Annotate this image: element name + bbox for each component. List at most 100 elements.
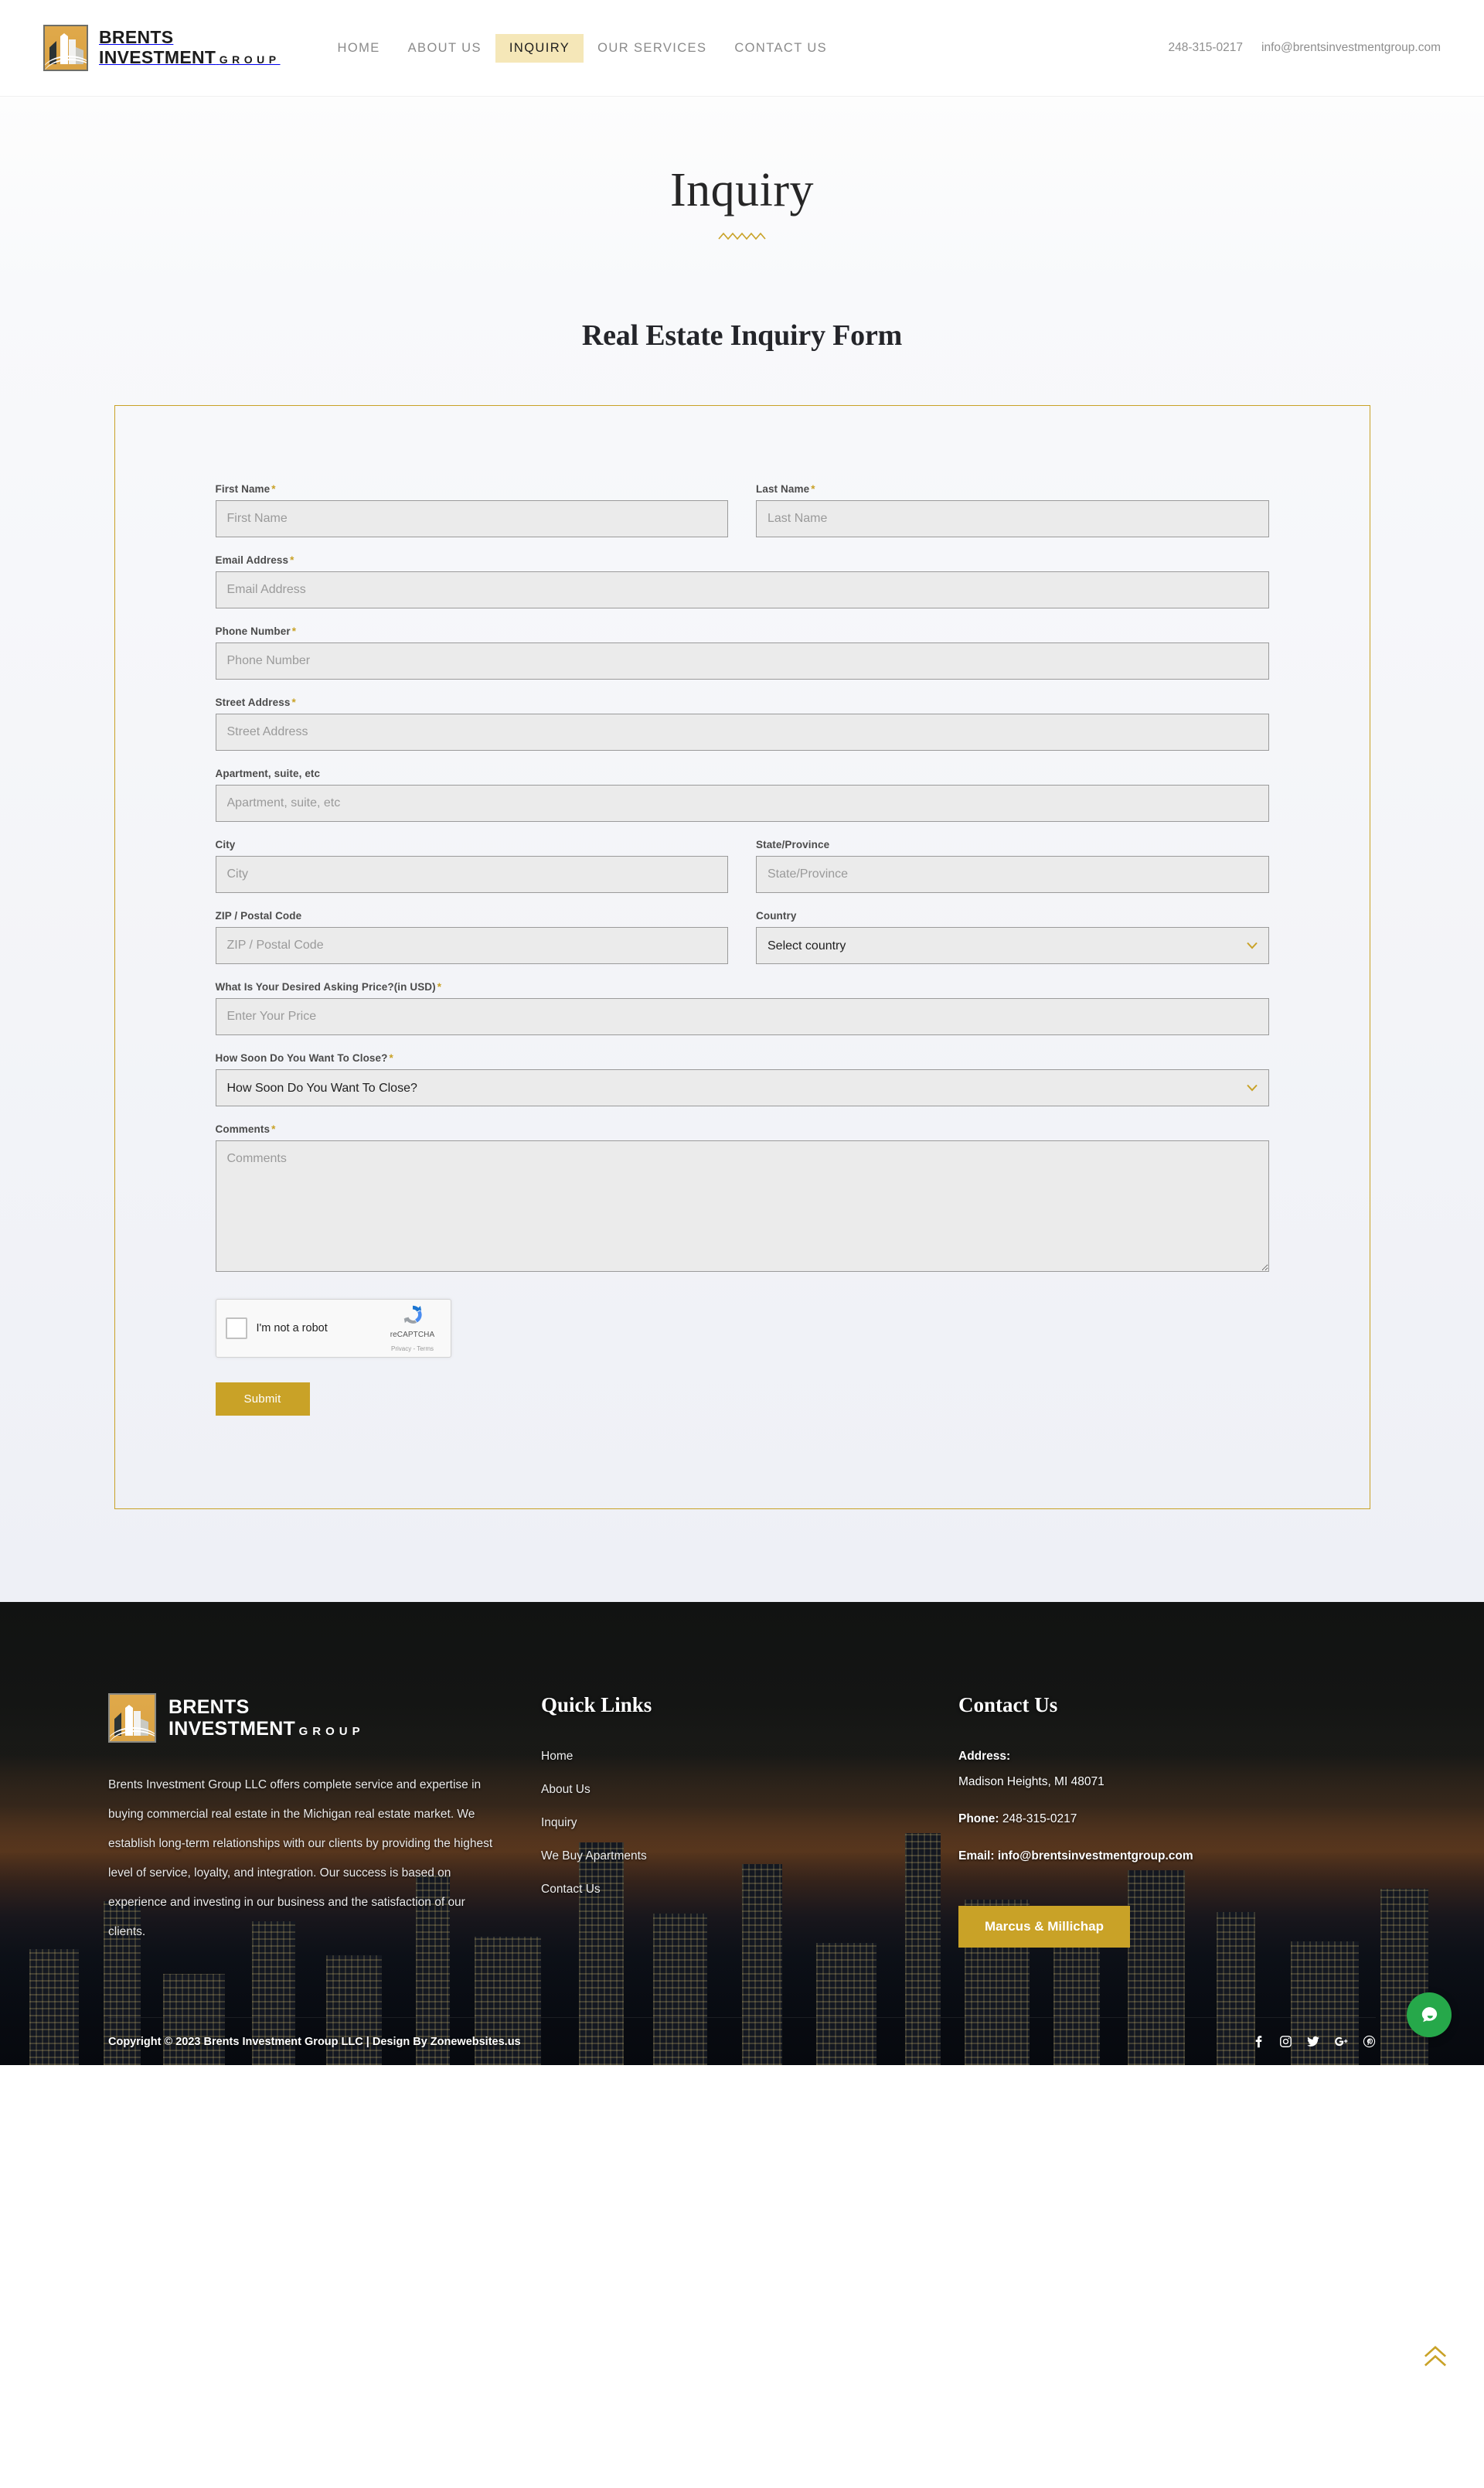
city-label: City bbox=[216, 839, 729, 850]
country-select-wrap: Select country bbox=[756, 927, 1269, 964]
city-state-row: City State/Province bbox=[216, 839, 1269, 893]
country-select[interactable]: Select country bbox=[756, 927, 1269, 964]
asking-price-group: What Is Your Desired Asking Price?(in US… bbox=[216, 981, 1269, 1035]
phone-label-text: Phone Number bbox=[216, 625, 291, 637]
asking-price-input[interactable] bbox=[216, 998, 1269, 1035]
address-value: Madison Heights, MI 48071 bbox=[958, 1775, 1376, 1789]
first-name-label-text: First Name bbox=[216, 483, 271, 495]
email-input[interactable] bbox=[216, 571, 1269, 608]
zip-input[interactable] bbox=[216, 927, 729, 964]
asking-price-label-text: What Is Your Desired Asking Price?(in US… bbox=[216, 981, 436, 993]
footer-link-home[interactable]: Home bbox=[541, 1750, 573, 1763]
site-footer: BRENTS INVESTMENT GROUP Brents Investmen… bbox=[0, 1602, 1484, 2065]
phone-value[interactable]: 248-315-0217 bbox=[1002, 1812, 1077, 1825]
phone-input[interactable] bbox=[216, 642, 1269, 680]
recaptcha-terms-link[interactable]: Terms bbox=[417, 1345, 434, 1352]
apartment-input[interactable] bbox=[216, 785, 1269, 822]
phone-group: Phone Number* bbox=[216, 625, 1269, 680]
marcus-millichap-button[interactable]: Marcus & Millichap bbox=[958, 1906, 1130, 1948]
twitter-icon[interactable] bbox=[1306, 2035, 1320, 2048]
recaptcha-logo-icon bbox=[401, 1303, 424, 1326]
social-links bbox=[1252, 2035, 1376, 2048]
address-label-text: Address: bbox=[958, 1750, 1010, 1763]
city-input[interactable] bbox=[216, 856, 729, 893]
email-value[interactable]: info@brentsinvestmentgroup.com bbox=[998, 1849, 1193, 1863]
footer-link-we-buy-apartments[interactable]: We Buy Apartments bbox=[541, 1849, 647, 1863]
header-contact-info: 248-315-0217 info@brentsinvestmentgroup.… bbox=[1168, 41, 1441, 55]
last-name-group: Last Name* bbox=[756, 483, 1269, 537]
form-heading: Real Estate Inquiry Form bbox=[0, 319, 1484, 353]
required-marker: * bbox=[437, 981, 441, 993]
nav-item-inquiry[interactable]: INQUIRY bbox=[495, 34, 584, 63]
comments-textarea[interactable] bbox=[216, 1140, 1269, 1272]
footer-link-about-us[interactable]: About Us bbox=[541, 1783, 591, 1796]
address-label: Address: bbox=[958, 1750, 1376, 1764]
required-marker: * bbox=[271, 1123, 275, 1135]
facebook-icon[interactable] bbox=[1252, 2035, 1265, 2048]
recaptcha-privacy-link[interactable]: Privacy bbox=[391, 1345, 411, 1352]
nav-item-about-us[interactable]: ABOUT US bbox=[394, 34, 495, 63]
footer-about-text: Brents Investment Group LLC offers compl… bbox=[108, 1771, 495, 1947]
first-name-group: First Name* bbox=[216, 483, 729, 537]
recaptcha-widget[interactable]: I'm not a robot reCAPTCHA Privacy - Term… bbox=[216, 1299, 451, 1358]
instagram-icon[interactable] bbox=[1279, 2035, 1292, 2048]
email-label-text: Email Address bbox=[216, 554, 289, 566]
required-marker: * bbox=[292, 625, 296, 637]
footer-logo-mark-icon bbox=[108, 1693, 156, 1743]
zip-group: ZIP / Postal Code bbox=[216, 910, 729, 964]
header-phone[interactable]: 248-315-0217 bbox=[1168, 41, 1243, 55]
first-name-label: First Name* bbox=[216, 483, 729, 495]
comments-label-text: Comments bbox=[216, 1123, 271, 1135]
logo-wordmark: BRENTS INVESTMENT GROUP bbox=[99, 28, 281, 68]
header-email[interactable]: info@brentsinvestmentgroup.com bbox=[1261, 41, 1441, 55]
list-item: Home bbox=[541, 1750, 958, 1764]
comments-group: Comments* bbox=[216, 1123, 1269, 1276]
first-name-input[interactable] bbox=[216, 500, 729, 537]
nav-item-our-services[interactable]: OUR SERVICES bbox=[584, 34, 720, 63]
chat-bubble-icon bbox=[1418, 2003, 1441, 2026]
close-timing-label-text: How Soon Do You Want To Close? bbox=[216, 1052, 388, 1064]
recaptcha-brand-name: reCAPTCHA bbox=[390, 1331, 435, 1339]
quick-links-list: Home About Us Inquiry We Buy Apartments … bbox=[541, 1750, 958, 1897]
close-timing-select-wrap: How Soon Do You Want To Close? bbox=[216, 1069, 1269, 1106]
list-item: About Us bbox=[541, 1783, 958, 1797]
street-address-label: Street Address* bbox=[216, 697, 1269, 708]
nav-item-home[interactable]: HOME bbox=[324, 34, 394, 63]
list-item: Inquiry bbox=[541, 1816, 958, 1830]
page-title: Inquiry bbox=[0, 163, 1484, 218]
chat-widget-button[interactable] bbox=[1407, 1992, 1452, 2037]
required-marker: * bbox=[271, 483, 275, 495]
footer-logo-wordmark: BRENTS INVESTMENT GROUP bbox=[168, 1696, 365, 1740]
close-timing-select[interactable]: How Soon Do You Want To Close? bbox=[216, 1069, 1269, 1106]
footer-quick-links-column: Quick Links Home About Us Inquiry We Buy… bbox=[541, 1693, 958, 1948]
nav-item-contact-us[interactable]: CONTACT US bbox=[720, 34, 841, 63]
street-address-input[interactable] bbox=[216, 714, 1269, 751]
required-marker: * bbox=[389, 1052, 393, 1064]
footer-logo-line-2: INVESTMENT bbox=[168, 1718, 295, 1740]
required-marker: * bbox=[811, 483, 815, 495]
footer-contact-column: Contact Us Address: Madison Heights, MI … bbox=[958, 1693, 1376, 1948]
country-group: Country Select country bbox=[756, 910, 1269, 964]
pinterest-icon[interactable] bbox=[1363, 2035, 1376, 2048]
zip-country-row: ZIP / Postal Code Country Select country bbox=[216, 910, 1269, 964]
real-estate-inquiry-form: First Name* Last Name* Email Address* Ph… bbox=[114, 405, 1370, 1509]
state-input[interactable] bbox=[756, 856, 1269, 893]
footer-link-contact-us[interactable]: Contact Us bbox=[541, 1883, 601, 1896]
close-timing-group: How Soon Do You Want To Close?* How Soon… bbox=[216, 1052, 1269, 1106]
email-label: Email Address* bbox=[216, 554, 1269, 566]
site-logo[interactable]: BRENTS INVESTMENT GROUP bbox=[43, 25, 281, 71]
scroll-to-top-button[interactable] bbox=[1419, 2341, 1452, 2374]
street-address-label-text: Street Address bbox=[216, 697, 291, 708]
site-header: BRENTS INVESTMENT GROUP HOME ABOUT US IN… bbox=[0, 0, 1484, 97]
recaptcha-checkbox[interactable] bbox=[226, 1317, 247, 1339]
google-plus-icon[interactable] bbox=[1334, 2035, 1349, 2048]
logo-mark-icon bbox=[43, 25, 88, 71]
recaptcha-brand: reCAPTCHA Privacy - Terms bbox=[384, 1303, 441, 1355]
state-group: State/Province bbox=[756, 839, 1269, 893]
copyright-text: Copyright © 2023 Brents Investment Group… bbox=[108, 2036, 521, 2048]
submit-button[interactable]: Submit bbox=[216, 1382, 310, 1416]
last-name-input[interactable] bbox=[756, 500, 1269, 537]
footer-logo[interactable]: BRENTS INVESTMENT GROUP bbox=[108, 1693, 495, 1743]
list-item: We Buy Apartments bbox=[541, 1849, 958, 1863]
footer-link-inquiry[interactable]: Inquiry bbox=[541, 1816, 577, 1829]
